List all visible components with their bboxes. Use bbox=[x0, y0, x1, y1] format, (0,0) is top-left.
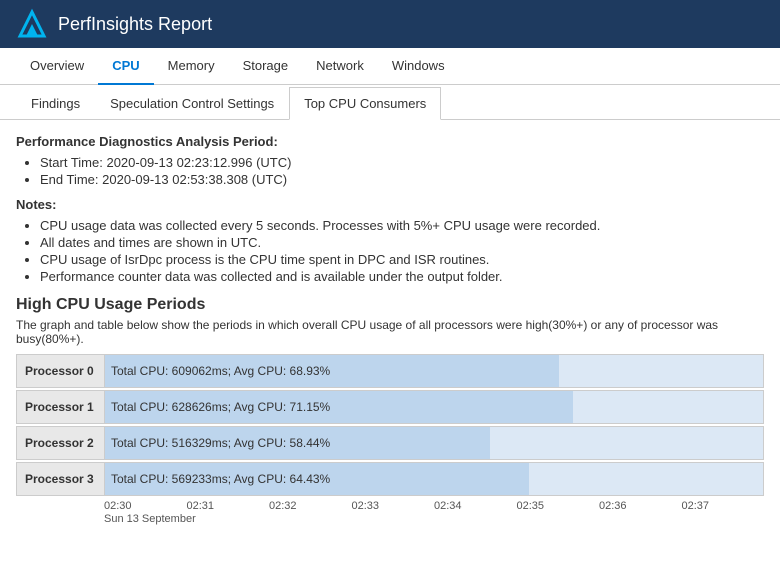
tab-storage[interactable]: Storage bbox=[229, 48, 303, 85]
analysis-period-title: Performance Diagnostics Analysis Period: bbox=[16, 134, 764, 149]
processor-bar-container: Total CPU: 516329ms; Avg CPU: 58.44% bbox=[105, 427, 763, 459]
subtab-top-cpu-consumers[interactable]: Top CPU Consumers bbox=[289, 87, 441, 120]
note-item: CPU usage data was collected every 5 sec… bbox=[40, 218, 764, 233]
processor-stats: Total CPU: 628626ms; Avg CPU: 71.15% bbox=[105, 400, 330, 414]
processor-bar-container: Total CPU: 569233ms; Avg CPU: 64.43% bbox=[105, 463, 763, 495]
time-tick: 02:35 bbox=[517, 500, 600, 512]
notes-list: CPU usage data was collected every 5 sec… bbox=[16, 218, 764, 284]
processor-row: Processor 0Total CPU: 609062ms; Avg CPU:… bbox=[16, 354, 764, 388]
analysis-period-section: Performance Diagnostics Analysis Period:… bbox=[16, 134, 764, 187]
main-content: Performance Diagnostics Analysis Period:… bbox=[0, 120, 780, 560]
time-axis: 02:3002:3102:3202:3302:3402:3502:3602:37 bbox=[16, 500, 764, 512]
processor-row: Processor 2Total CPU: 516329ms; Avg CPU:… bbox=[16, 426, 764, 460]
app-title: PerfInsights Report bbox=[58, 14, 212, 35]
high-cpu-section: High CPU Usage Periods The graph and tab… bbox=[16, 296, 764, 525]
tab-windows[interactable]: Windows bbox=[378, 48, 459, 85]
time-tick: 02:32 bbox=[269, 500, 352, 512]
processor-stats: Total CPU: 569233ms; Avg CPU: 64.43% bbox=[105, 472, 330, 486]
notes-title: Notes: bbox=[16, 197, 764, 212]
tab-memory[interactable]: Memory bbox=[154, 48, 229, 85]
time-tick: 02:37 bbox=[682, 500, 765, 512]
analysis-period-list: Start Time: 2020-09-13 02:23:12.996 (UTC… bbox=[16, 155, 764, 187]
tab-network[interactable]: Network bbox=[302, 48, 378, 85]
start-time: Start Time: 2020-09-13 02:23:12.996 (UTC… bbox=[40, 155, 764, 170]
time-tick: 02:30 bbox=[104, 500, 187, 512]
end-time: End Time: 2020-09-13 02:53:38.308 (UTC) bbox=[40, 172, 764, 187]
notes-section: Notes: CPU usage data was collected ever… bbox=[16, 197, 764, 284]
high-cpu-title: High CPU Usage Periods bbox=[16, 296, 764, 314]
time-tick: 02:34 bbox=[434, 500, 517, 512]
note-item: All dates and times are shown in UTC. bbox=[40, 235, 764, 250]
processor-stats: Total CPU: 609062ms; Avg CPU: 68.93% bbox=[105, 364, 330, 378]
processor-label: Processor 1 bbox=[17, 391, 105, 423]
note-item: CPU usage of IsrDpc process is the CPU t… bbox=[40, 252, 764, 267]
processor-bar-container: Total CPU: 628626ms; Avg CPU: 71.15% bbox=[105, 391, 763, 423]
processor-row: Processor 3Total CPU: 569233ms; Avg CPU:… bbox=[16, 462, 764, 496]
tab-overview[interactable]: Overview bbox=[16, 48, 98, 85]
time-tick: 02:36 bbox=[599, 500, 682, 512]
app-header: PerfInsights Report bbox=[0, 0, 780, 48]
processor-label: Processor 2 bbox=[17, 427, 105, 459]
processor-row: Processor 1Total CPU: 628626ms; Avg CPU:… bbox=[16, 390, 764, 424]
high-cpu-description: The graph and table below show the perio… bbox=[16, 318, 764, 346]
app-logo bbox=[16, 8, 48, 40]
time-tick: 02:31 bbox=[187, 500, 270, 512]
subtab-speculation-control-settings[interactable]: Speculation Control Settings bbox=[95, 87, 289, 120]
note-item: Performance counter data was collected a… bbox=[40, 269, 764, 284]
processor-label: Processor 0 bbox=[17, 355, 105, 387]
subtab-findings[interactable]: Findings bbox=[16, 87, 95, 120]
tab-cpu[interactable]: CPU bbox=[98, 48, 153, 85]
processor-rows: Processor 0Total CPU: 609062ms; Avg CPU:… bbox=[16, 354, 764, 496]
processor-bar-container: Total CPU: 609062ms; Avg CPU: 68.93% bbox=[105, 355, 763, 387]
processor-stats: Total CPU: 516329ms; Avg CPU: 58.44% bbox=[105, 436, 330, 450]
time-date: Sun 13 September bbox=[16, 513, 764, 525]
sub-tab-bar: FindingsSpeculation Control SettingsTop … bbox=[0, 87, 780, 120]
processor-label: Processor 3 bbox=[17, 463, 105, 495]
time-tick: 02:33 bbox=[352, 500, 435, 512]
main-tab-bar: OverviewCPUMemoryStorageNetworkWindows bbox=[0, 48, 780, 85]
